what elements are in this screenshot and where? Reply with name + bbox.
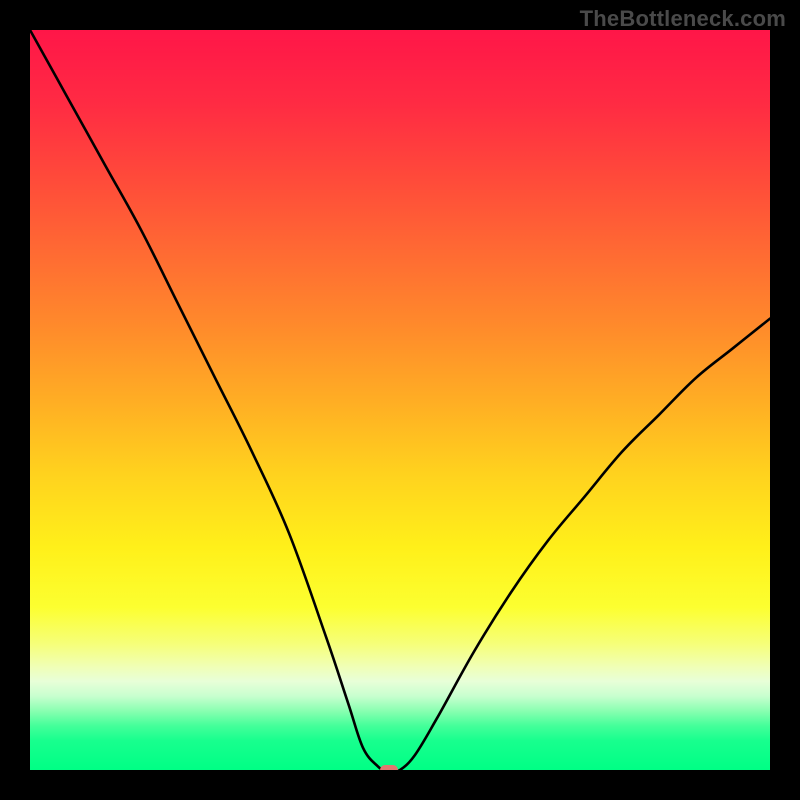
watermark-text: TheBottleneck.com (580, 6, 786, 32)
optimal-marker (380, 765, 398, 770)
plot-area (30, 30, 770, 770)
bottleneck-curve (30, 30, 770, 770)
chart-frame: TheBottleneck.com (0, 0, 800, 800)
curve-layer (30, 30, 770, 770)
